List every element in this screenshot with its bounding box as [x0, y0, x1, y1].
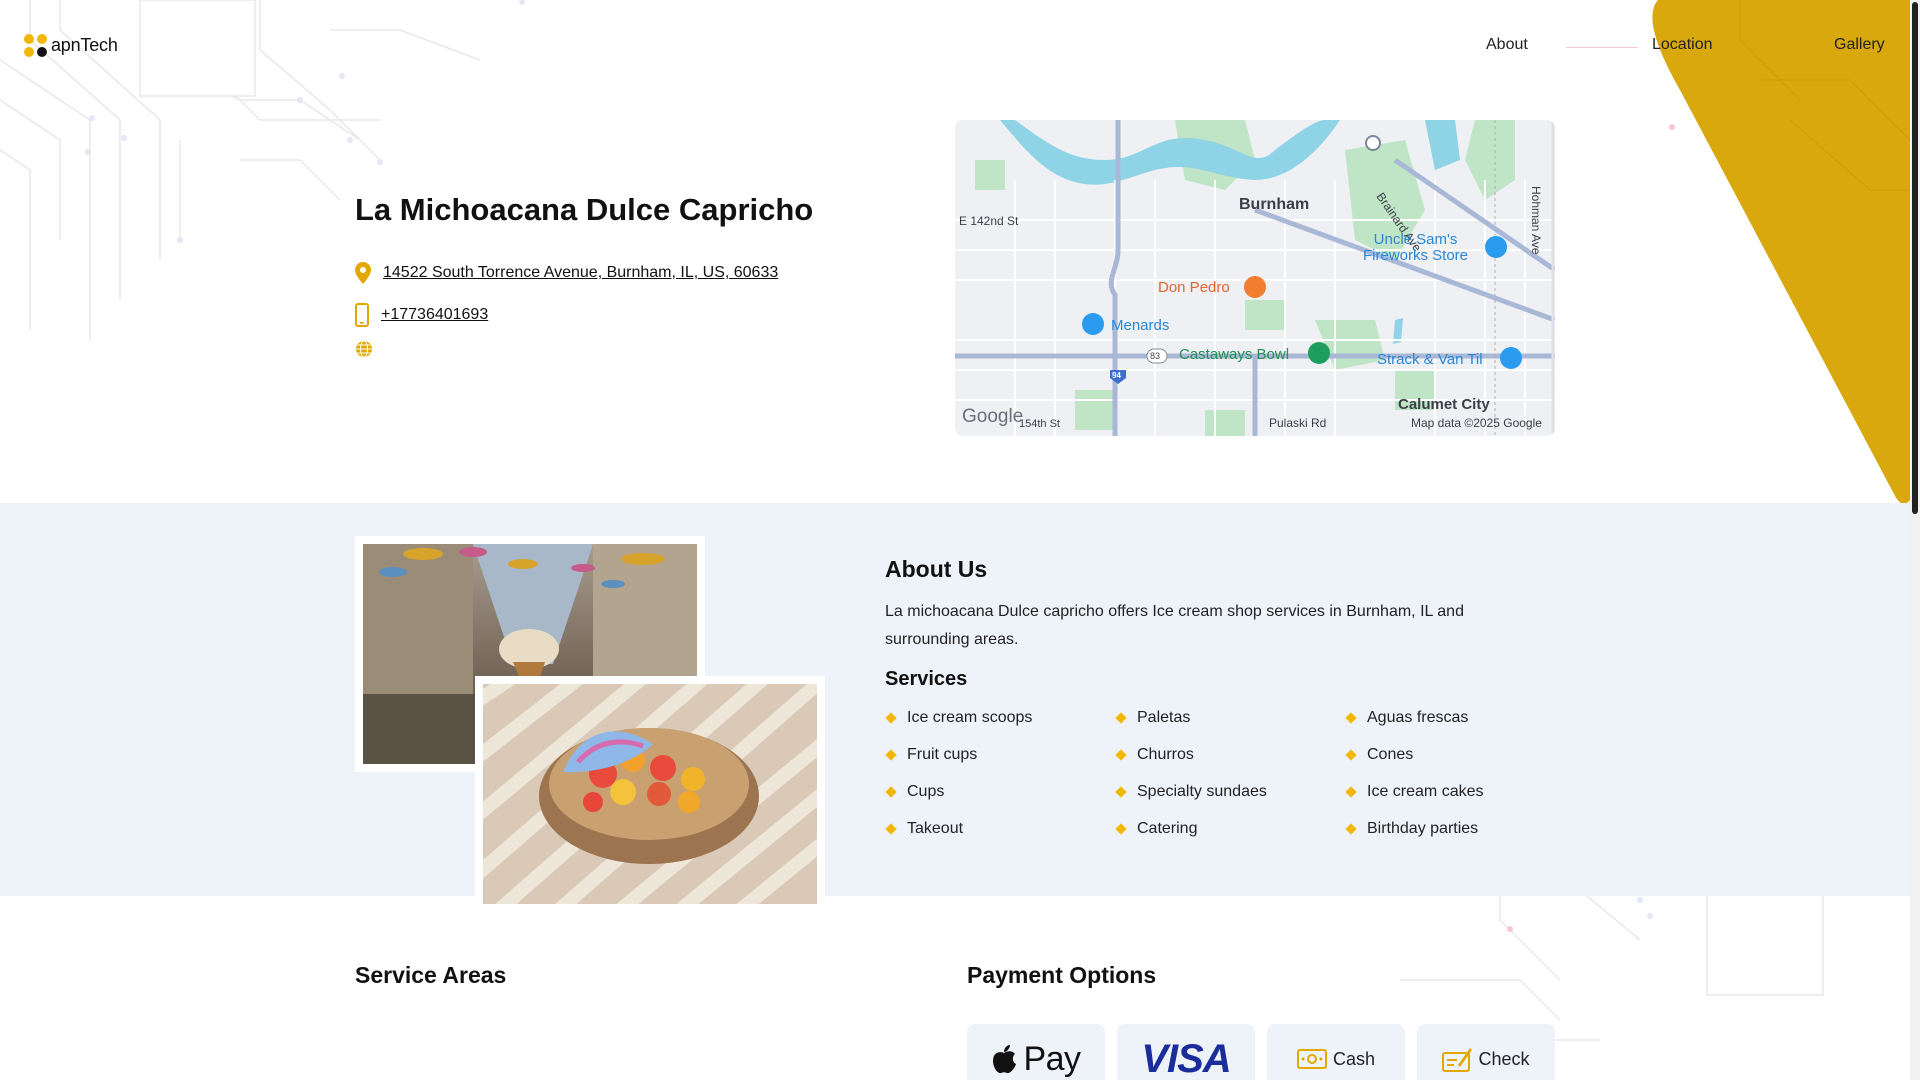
payment-apple-pay: Pay	[967, 1024, 1105, 1080]
cash-icon	[1296, 1049, 1327, 1069]
map-route-94: 94	[1112, 371, 1121, 380]
globe-icon[interactable]	[355, 340, 373, 358]
service-item: Paletas	[1115, 708, 1345, 728]
payment-visa: VISA	[1117, 1024, 1255, 1080]
brand-logo[interactable]: apnTech	[24, 34, 118, 57]
diamond-bullet-icon	[1115, 823, 1127, 835]
about-description: La michoacana Dulce capricho offers Ice …	[885, 603, 1464, 648]
map-label-menards: Menards	[1111, 317, 1170, 334]
scrollbar-thumb[interactable]	[1912, 2, 1918, 514]
phone-link[interactable]: +17736401693	[381, 306, 488, 324]
page: apnTech About Location Gallery La Michoa…	[0, 0, 1920, 1080]
visa-logo: VISA	[1141, 1036, 1231, 1080]
about-title: About Us	[885, 556, 988, 582]
diamond-bullet-icon	[885, 749, 897, 761]
service-item: Takeout	[885, 819, 1115, 839]
fruit-cup-image	[438, 638, 888, 930]
service-areas-title: Service Areas	[355, 962, 507, 988]
logo-text: apnTech	[51, 35, 118, 55]
map-label-strack: Strack & Van Til	[1377, 351, 1483, 368]
nav-link-gallery[interactable]: Gallery	[1834, 36, 1885, 54]
check-icon	[1442, 1048, 1473, 1072]
service-item: Cups	[885, 782, 1115, 802]
diamond-bullet-icon	[1345, 749, 1357, 761]
map-label-pulaski: Pulaski Rd	[1269, 416, 1327, 430]
map-label-154th: 154th St	[1019, 418, 1060, 430]
service-item: Cones	[1345, 745, 1505, 765]
nav-link-about[interactable]: About	[1486, 36, 1528, 54]
google-logo: Google	[962, 406, 1024, 427]
payment-check: Check	[1417, 1024, 1555, 1080]
check-label: Check	[1478, 1048, 1530, 1069]
service-item: Ice cream cakes	[1345, 782, 1505, 802]
nav-link-location[interactable]: Location	[1652, 36, 1713, 54]
address-link[interactable]: 14522 South Torrence Avenue, Burnham, IL…	[383, 264, 778, 282]
service-item: Ice cream scoops	[885, 708, 1115, 728]
map-label-don-pedro: Don Pedro	[1158, 279, 1230, 296]
apple-pay-label: Pay	[1023, 1039, 1081, 1078]
service-item: Birthday parties	[1345, 819, 1505, 839]
phone-row: +17736401693	[355, 303, 488, 327]
website-row	[355, 340, 373, 358]
service-item: Specialty sundaes	[1115, 782, 1345, 802]
map-route-83: 83	[1150, 351, 1161, 361]
service-item: Aguas frescas	[1345, 708, 1505, 728]
map-label-hohman: Hohman Ave	[1529, 186, 1543, 255]
page-scrollbar[interactable]	[1910, 0, 1920, 1080]
map-canvas	[955, 120, 1555, 436]
map-pin-icon	[355, 262, 371, 284]
map-label-e142: E 142nd St	[959, 214, 1019, 228]
fruit-cup-photo	[438, 638, 888, 930]
payment-options-title: Payment Options	[967, 962, 1157, 988]
diamond-bullet-icon	[1345, 823, 1357, 835]
services-title: Services	[885, 668, 968, 690]
site-header: apnTech About Location Gallery	[0, 0, 1920, 92]
diamond-bullet-icon	[885, 823, 897, 835]
service-item: Churros	[1115, 745, 1345, 765]
map-label-uncle-sams: Uncle Sam's Fireworks Store	[1363, 231, 1469, 264]
map-label-burnham: Burnham	[1239, 196, 1310, 213]
apple-icon	[993, 1045, 1017, 1074]
map-label-calumet: Calumet City	[1398, 396, 1490, 413]
service-item: Catering	[1115, 819, 1345, 839]
nav-divider	[1566, 47, 1638, 48]
diamond-bullet-icon	[885, 786, 897, 798]
business-name: La Michoacana Dulce Capricho	[355, 192, 814, 227]
payment-cash: Cash	[1267, 1024, 1405, 1080]
diamond-bullet-icon	[1345, 786, 1357, 798]
location-map[interactable]: Burnham E 142nd St Brainard Ave Hohman A…	[955, 120, 1555, 436]
diamond-bullet-icon	[885, 712, 897, 724]
diamond-bullet-icon	[1115, 749, 1127, 761]
map-label-castaways: Castaways Bowl	[1179, 346, 1290, 363]
map-attribution[interactable]: Map data ©2025 Google	[1411, 416, 1542, 430]
cash-label: Cash	[1332, 1048, 1376, 1069]
address-row: 14522 South Torrence Avenue, Burnham, IL…	[355, 262, 778, 284]
logo-mark-icon	[24, 34, 47, 57]
service-item: Fruit cups	[885, 745, 1115, 765]
diamond-bullet-icon	[1115, 712, 1127, 724]
phone-icon	[355, 303, 369, 327]
diamond-bullet-icon	[1345, 712, 1357, 724]
diamond-bullet-icon	[1115, 786, 1127, 798]
services-list: Ice cream scoops Paletas Aguas frescas F…	[885, 708, 1505, 839]
